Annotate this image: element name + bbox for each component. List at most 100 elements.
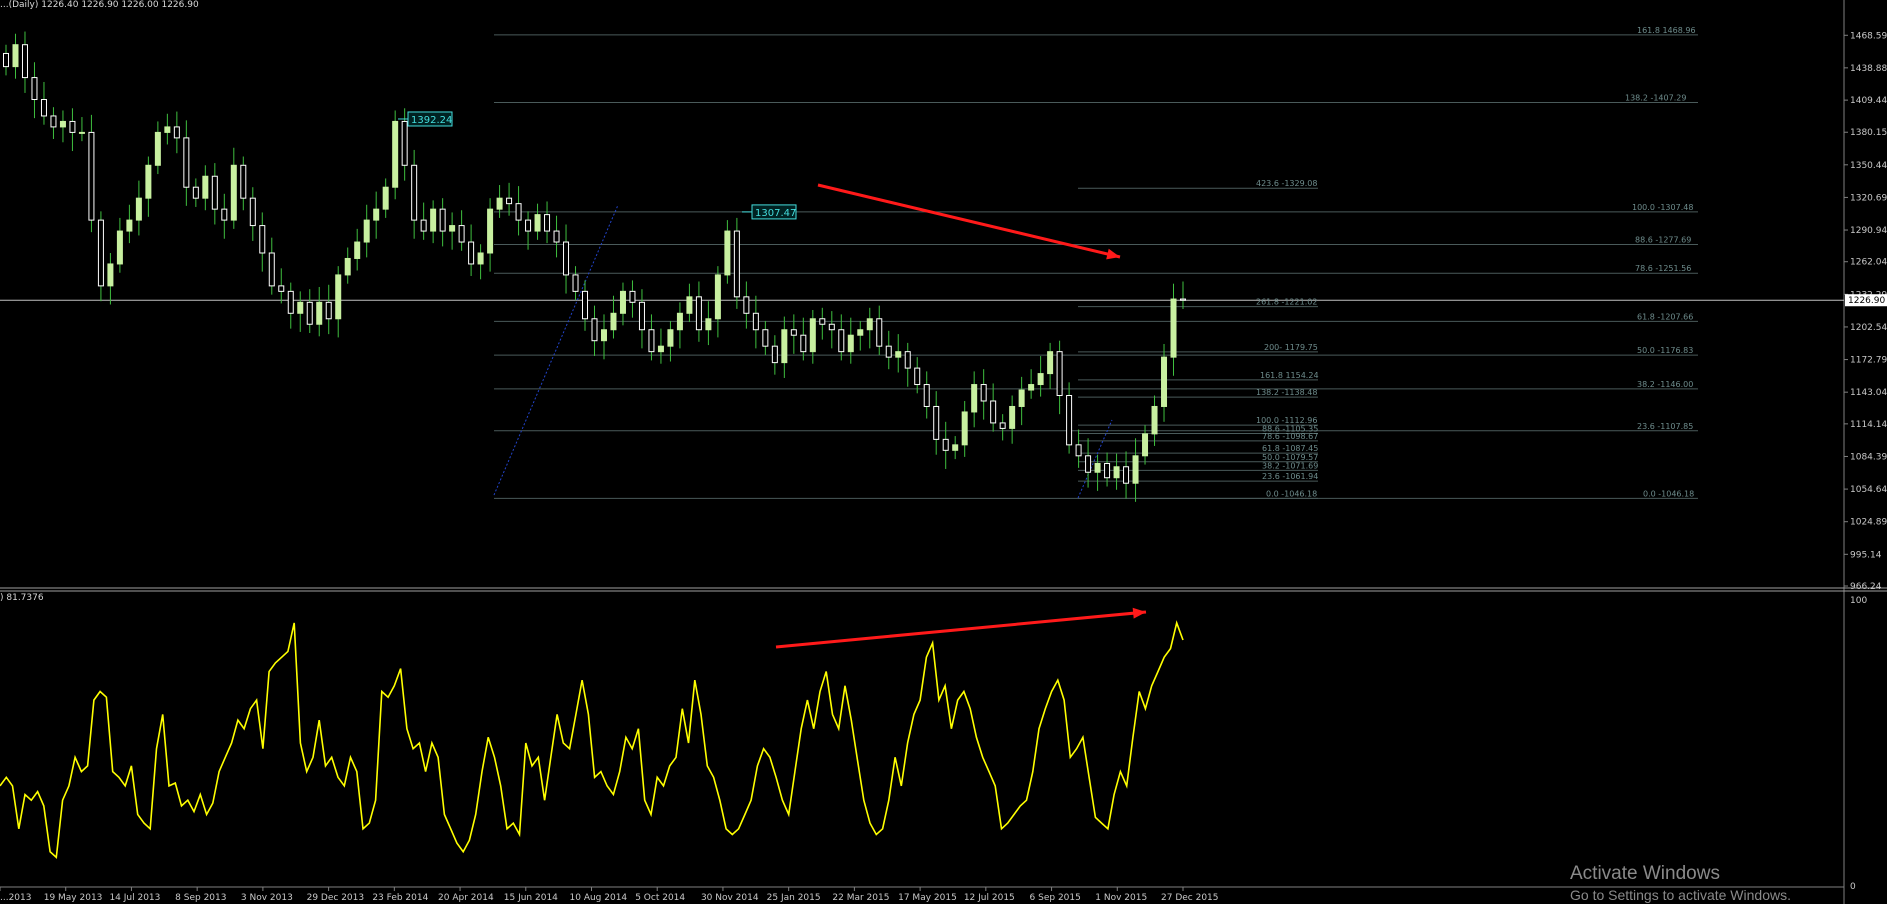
- candle: [1180, 298, 1186, 301]
- candle: [1094, 462, 1101, 473]
- candle: [914, 367, 921, 386]
- time-axis-tick-label: 6 Sep 2015: [1030, 893, 1081, 903]
- price-divergence-arrow: [817, 183, 1121, 259]
- current-price-label: 1226.90: [1848, 296, 1885, 306]
- candle: [762, 329, 769, 347]
- candle: [487, 208, 494, 254]
- candle: [344, 257, 351, 276]
- candle: [933, 405, 940, 440]
- candle: [743, 296, 750, 314]
- price-callout-label: 1392.24: [411, 115, 452, 126]
- candle: [88, 131, 95, 221]
- price-axis-tick-label: 1468.59: [1850, 31, 1887, 41]
- time-axis-tick-label: 25 Jan 2015: [767, 893, 821, 903]
- candle: [819, 318, 826, 325]
- candle: [895, 351, 902, 358]
- candle: [31, 77, 38, 101]
- candle: [221, 208, 228, 221]
- indicator-header-label: ) 81.7376: [0, 593, 44, 603]
- candle: [325, 301, 332, 320]
- candle: [885, 345, 892, 358]
- candle: [135, 197, 142, 221]
- candle: [695, 296, 702, 331]
- price-axis-tick-label: 966.24: [1850, 582, 1882, 592]
- candle: [164, 126, 171, 133]
- chart-header-label: ...(Daily) 1226.40 1226.90 1226.00 1226.…: [0, 0, 199, 10]
- windows-activation-watermark: Activate Windows Go to Settings to activ…: [1570, 863, 1791, 903]
- candle: [847, 334, 854, 353]
- candle: [107, 263, 114, 287]
- candle: [1161, 356, 1168, 407]
- candle: [525, 219, 532, 232]
- price-axis-tick-label: 1262.04: [1850, 258, 1887, 268]
- candle: [809, 318, 816, 353]
- candle: [942, 438, 949, 451]
- watermark-title: Activate Windows: [1570, 863, 1720, 884]
- candle: [714, 274, 721, 320]
- candle: [59, 120, 66, 128]
- time-axis-tick-label: 3 Nov 2013: [241, 893, 293, 903]
- candle: [458, 225, 465, 243]
- time-axis-tick-label: 10 Aug 2014: [570, 893, 628, 903]
- candle: [411, 164, 418, 221]
- candle: [515, 203, 522, 221]
- candle: [724, 230, 731, 276]
- candle: [477, 252, 484, 265]
- candle: [657, 345, 664, 353]
- candle: [733, 230, 740, 298]
- fib-level-label: 78.6 -1251.56: [1635, 264, 1691, 273]
- time-axis-tick-label: 22 Mar 2015: [832, 893, 889, 903]
- price-axis-tick-label: 1380.15: [1850, 128, 1887, 138]
- candle: [667, 329, 674, 347]
- fib-level-label: 88.6 -1277.69: [1635, 236, 1691, 245]
- candle: [990, 400, 997, 424]
- candle: [619, 290, 626, 314]
- time-axis-tick-label: 17 May 2015: [898, 893, 957, 903]
- time-axis-tick-label: 8 Sep 2013: [175, 893, 226, 903]
- fib-level-label: 161.8 1154.24: [1260, 371, 1319, 380]
- candle: [278, 285, 285, 292]
- fib-level-label: 261.8 -1221.02: [1256, 298, 1317, 307]
- candle: [173, 126, 180, 139]
- candle: [572, 274, 579, 292]
- candle: [866, 318, 873, 331]
- candle: [999, 422, 1006, 429]
- candle: [69, 120, 76, 133]
- candle: [1113, 466, 1120, 479]
- candle: [392, 120, 399, 188]
- time-axis-tick-label: 1 Nov 2015: [1095, 893, 1147, 903]
- fib-level-label: 200- 1179.75: [1264, 343, 1318, 352]
- candle: [306, 301, 313, 325]
- price-axis-tick-label: 1290.94: [1850, 226, 1887, 236]
- candle: [629, 290, 636, 303]
- candle: [1009, 405, 1016, 429]
- price-axis-tick-label: 1172.79: [1850, 356, 1887, 366]
- price-axis-tick-label: 1350.44: [1850, 161, 1887, 171]
- watermark-subtitle: Go to Settings to activate Windows.: [1570, 887, 1791, 903]
- candle: [316, 301, 323, 325]
- candle: [790, 329, 797, 336]
- candle: [600, 329, 607, 342]
- candle: [1151, 405, 1158, 435]
- candle: [676, 312, 683, 331]
- fib-level-label: 138.2 -1407.29: [1625, 93, 1686, 102]
- candle: [335, 274, 342, 320]
- candle: [401, 120, 408, 166]
- candle: [145, 164, 152, 199]
- candle: [876, 318, 883, 347]
- candle: [506, 197, 513, 205]
- fib-level-label: 38.2 -1146.00: [1637, 380, 1693, 389]
- candle: [923, 384, 930, 407]
- price-axis-tick-label: 1024.89: [1850, 518, 1887, 528]
- oscillator-divergence-arrow: [775, 610, 1147, 649]
- candle: [430, 208, 437, 232]
- candle: [126, 219, 133, 232]
- candle: [354, 241, 361, 259]
- candle: [638, 301, 645, 331]
- candle: [230, 164, 237, 221]
- candle: [287, 290, 294, 314]
- candle: [40, 99, 47, 117]
- price-axis-tick-label: 1114.14: [1850, 420, 1887, 430]
- time-axis-tick-label: 5 Oct 2014: [635, 893, 685, 903]
- candle: [1066, 395, 1073, 446]
